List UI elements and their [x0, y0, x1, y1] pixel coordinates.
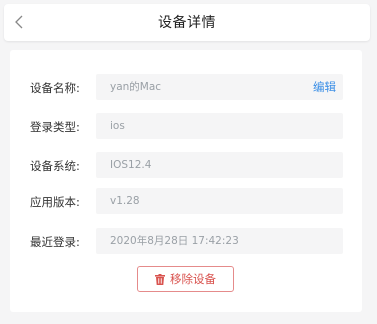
remove-device-button[interactable]: 移除设备 — [137, 266, 234, 292]
app-version-field: v1.28 — [96, 188, 343, 214]
login-type-field: ios — [96, 113, 343, 139]
trash-icon — [155, 273, 165, 285]
app-version-label: 应用版本: — [30, 195, 80, 209]
login-type-value: ios — [110, 120, 125, 132]
device-system-label: 设备系统: — [30, 159, 80, 173]
last-login-row: 最近登录: 2020年8月28日 17:42:23 — [10, 228, 362, 254]
device-system-field: IOS12.4 — [96, 152, 343, 178]
last-login-value: 2020年8月28日 17:42:23 — [110, 235, 239, 247]
device-system-value: IOS12.4 — [110, 159, 152, 171]
device-name-value: yan的Mac — [110, 81, 162, 93]
device-name-field: yan的Mac 编辑 — [96, 74, 343, 100]
login-type-label: 登录类型: — [30, 120, 80, 134]
edit-link[interactable]: 编辑 — [313, 74, 336, 100]
last-login-field: 2020年8月28日 17:42:23 — [96, 228, 343, 254]
device-name-row: 设备名称: yan的Mac 编辑 — [10, 74, 362, 100]
device-system-row: 设备系统: IOS12.4 — [10, 152, 362, 178]
device-details-card: 设备名称: yan的Mac 编辑 登录类型: ios 设备系统: IOS12.4… — [10, 50, 362, 312]
page-title: 设备详情 — [158, 15, 216, 31]
app-version-row: 应用版本: v1.28 — [10, 188, 362, 214]
remove-device-label: 移除设备 — [170, 272, 216, 286]
login-type-row: 登录类型: ios — [10, 113, 362, 139]
header-bar: 设备详情 — [4, 4, 370, 41]
device-name-label: 设备名称: — [30, 81, 80, 95]
last-login-label: 最近登录: — [30, 235, 80, 249]
app-version-value: v1.28 — [110, 195, 140, 207]
